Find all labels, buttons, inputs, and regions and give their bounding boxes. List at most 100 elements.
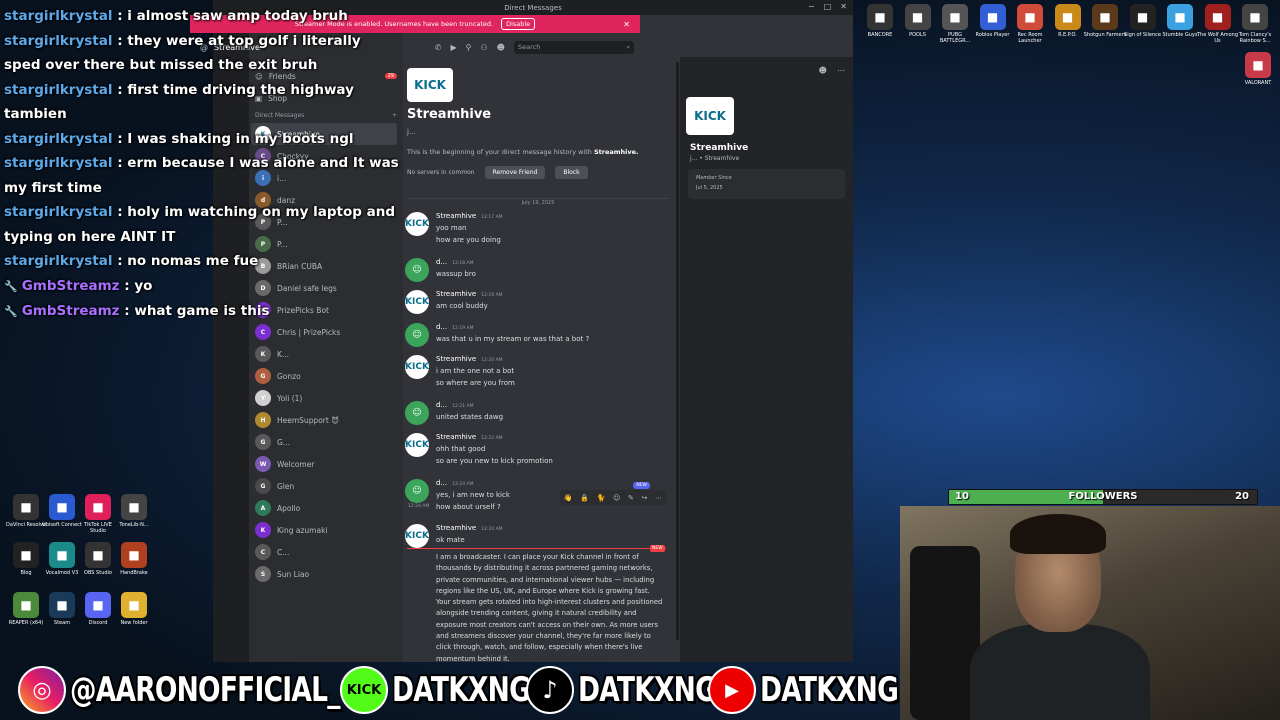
author-avatar[interactable]: KICK [405, 212, 429, 236]
message-text: yoo man [436, 224, 467, 232]
dm-name: G... [277, 437, 290, 447]
desktop-shortcut[interactable]: ■ New folder [112, 592, 156, 626]
video-icon[interactable]: ▶ [450, 43, 456, 52]
maximize-icon[interactable]: □ [824, 2, 832, 11]
discord-avatar-icon[interactable]: ☺ [405, 479, 429, 503]
user-icon[interactable]: ☻ [819, 66, 827, 75]
social-banner: ◎ @AARONOFFICIAL_ KICK DATKXNG ♪ DATKXNG… [0, 662, 1280, 720]
close-icon[interactable]: ✕ [840, 2, 847, 11]
chat-overlay-line: stargirlkrystal : holy im watching on my… [0, 200, 400, 249]
message[interactable]: KICK Streamhive 12:22 AM ohh that good so ar… [405, 433, 670, 471]
dm-list-item[interactable]: G Gonzo [251, 365, 397, 387]
message[interactable]: ☺ d... 12:21 AM united states dawg [405, 401, 670, 427]
profile-panel: ☻ ⋯ KICK Streamhive j... • Streamhive Me… [680, 57, 853, 662]
message-author[interactable]: Streamhive [436, 355, 476, 363]
desktop-shortcut[interactable]: ■ Tom Clancy's Rainbow S... [1233, 4, 1277, 44]
message[interactable]: ☺ d... 12:19 AM was that u in my stream or … [405, 323, 670, 349]
youtube-icon: ▶ [708, 666, 756, 714]
dm-name: Apollo [277, 503, 301, 513]
discord-avatar-icon[interactable]: ☺ [405, 258, 429, 282]
message-timestamp: 12:24 AM [481, 527, 503, 532]
dm-list-item[interactable]: H HeemSupport 😈 [251, 409, 397, 431]
lock-emoji-icon[interactable]: 🔒 [580, 494, 589, 502]
dm-avatar: A [255, 500, 271, 516]
app-icon: ■ [121, 592, 147, 618]
call-icon[interactable]: ✆ [435, 43, 442, 52]
dm-list-item[interactable]: C C... [251, 541, 397, 563]
search-input[interactable]: Search ⌕ [514, 40, 634, 54]
message[interactable]: KICK Streamhive 12:24 AM ok mate I am a broa… [405, 524, 670, 663]
desktop-shortcut[interactable]: ■ VALORANT [1236, 52, 1280, 86]
message-author[interactable]: Streamhive [436, 524, 476, 532]
chat-overlay-line: stargirlkrystal : no nomas me fue [0, 249, 400, 274]
dm-name: Yoli (1) [277, 393, 303, 403]
author-avatar[interactable]: KICK [405, 290, 429, 314]
pin-icon[interactable]: ⚲ [466, 43, 472, 52]
dm-avatar: Y [255, 390, 271, 406]
message[interactable]: KICK Streamhive 12:20 AM i am the one not a… [405, 355, 670, 393]
wave-emoji-icon[interactable]: 👋 [564, 494, 573, 502]
dm-list-item[interactable]: Y Yoli (1) [251, 387, 397, 409]
app-icon: ■ [1054, 4, 1081, 30]
cat-emoji-icon[interactable]: 🐈 [597, 494, 606, 502]
message-author[interactable]: d... [436, 479, 447, 487]
reply-icon[interactable]: ↪ [642, 494, 648, 502]
discord-avatar-icon[interactable]: ☺ [405, 401, 429, 425]
dm-list-item[interactable]: G G... [251, 431, 397, 453]
app-icon: ■ [1092, 4, 1118, 30]
add-friend-icon[interactable]: ⚇ [480, 43, 487, 52]
message-author[interactable]: d... [436, 323, 447, 331]
add-reaction-icon[interactable]: ☺ [613, 494, 620, 502]
dm-list-item[interactable]: S Sun Liao [251, 563, 397, 585]
app-icon: ■ [904, 4, 931, 30]
app-icon: ■ [867, 4, 893, 30]
tiktok-text: DATKXNG [578, 670, 717, 710]
message-author[interactable]: Streamhive [436, 212, 476, 220]
message-author[interactable]: d... [436, 258, 447, 266]
dm-list-item[interactable]: G Glen [251, 475, 397, 497]
block-button[interactable]: Block [555, 166, 588, 179]
chat-overlay-line: stargirlkrystal : erm because I was alon… [0, 151, 400, 200]
chat-username: stargirlkrystal [4, 32, 113, 49]
message[interactable]: KICK Streamhive 12:19 AM am cool buddy [405, 290, 670, 316]
author-avatar[interactable]: KICK [405, 433, 429, 457]
message-author[interactable]: Streamhive [436, 290, 476, 298]
message-hover-toolbar: 👋 🔒 🐈 ☺ ✎ ↪ ⋯ NEW [560, 482, 666, 505]
app-icon: ■ [85, 494, 111, 520]
desktop-shortcut[interactable]: ■ ToneLib-N... [112, 494, 156, 528]
minimize-icon[interactable]: − [808, 2, 815, 11]
message-author[interactable]: Streamhive [436, 433, 476, 441]
shortcut-label: VALORANT [1244, 80, 1272, 86]
disable-streamer-mode-button[interactable]: Disable [501, 18, 536, 30]
message-timestamp: 12:19 AM [452, 326, 474, 331]
message[interactable]: KICK Streamhive 12:17 AM yoo man how are you… [405, 212, 670, 250]
dm-list-item[interactable]: K King azumaki [251, 519, 397, 541]
dm-list-item[interactable]: K K... [251, 343, 397, 365]
message-author[interactable]: d... [436, 401, 447, 409]
more-icon[interactable]: ⋯ [837, 66, 845, 75]
message-timestamp: 12:21 AM [452, 404, 474, 409]
author-avatar[interactable]: KICK [405, 524, 429, 548]
app-icon: ■ [1017, 4, 1043, 30]
dm-list-item[interactable]: A Apollo [251, 497, 397, 519]
chat-overlay-line: stargirlkrystal : i almost saw amp today… [0, 4, 400, 29]
app-icon: ■ [49, 592, 75, 618]
message-header: Streamhive 12:19 AM [436, 290, 503, 298]
chat-username: stargirlkrystal [4, 155, 113, 171]
profile-toggle-icon[interactable]: ☻ [497, 43, 505, 52]
intro-begin-name: Streamhive. [593, 148, 639, 156]
youtube-handle: ▶ DATKXNG [708, 666, 937, 714]
chat-scrollbar[interactable] [676, 62, 679, 640]
message-text: so where are you from [436, 379, 515, 387]
desktop-shortcut[interactable]: ■ HandBrake [112, 542, 156, 576]
remove-friend-button[interactable]: Remove Friend [484, 166, 546, 179]
message-text: i am the one not a bot [436, 367, 515, 375]
banner-close-icon[interactable]: ✕ [623, 20, 630, 29]
author-avatar[interactable]: KICK [405, 355, 429, 379]
message[interactable]: ☺ d... 12:18 AM wassup bro [405, 258, 670, 284]
dm-list-item[interactable]: W Welcomer [251, 453, 397, 475]
edit-icon[interactable]: ✎ [628, 494, 634, 502]
discord-avatar-icon[interactable]: ☺ [405, 323, 429, 347]
more-options-icon[interactable]: ⋯ [655, 494, 662, 502]
followers-goal: 20 [1235, 491, 1249, 502]
